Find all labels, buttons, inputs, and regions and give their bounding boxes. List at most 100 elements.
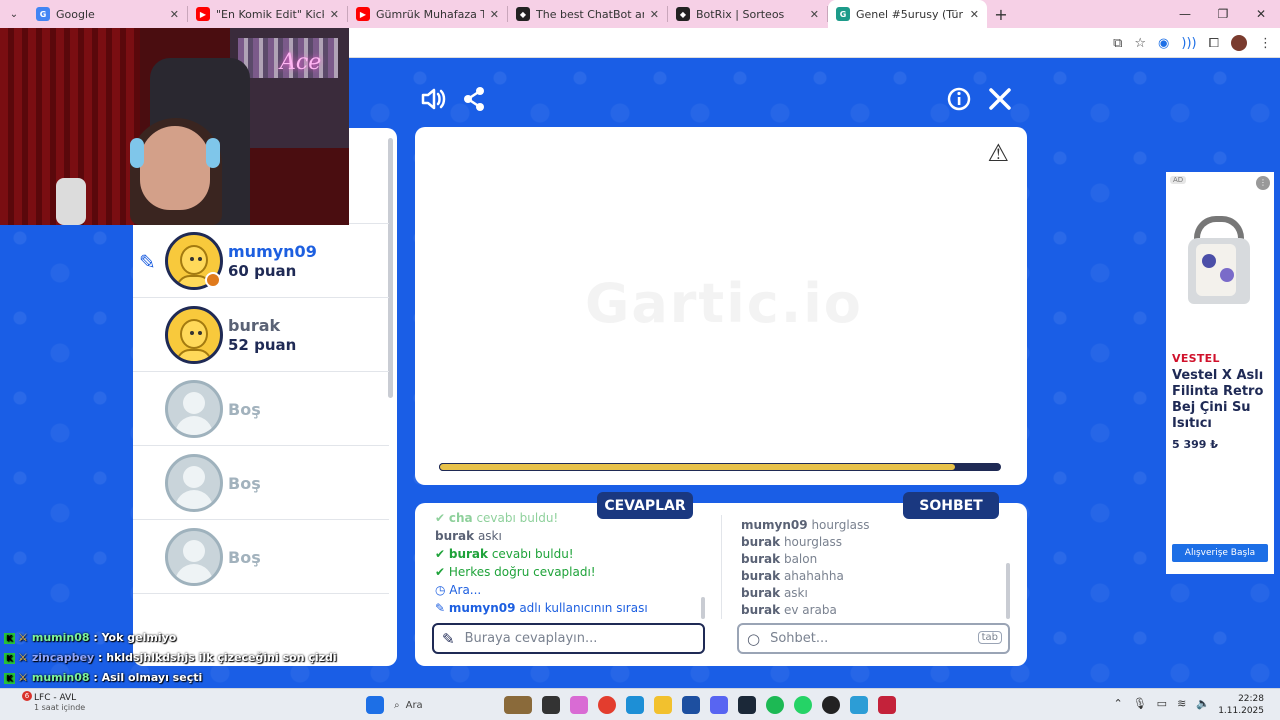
close-tab-icon[interactable]: ✕ xyxy=(490,8,499,21)
minimize-icon[interactable]: — xyxy=(1166,0,1204,28)
close-tab-icon[interactable]: ✕ xyxy=(970,8,979,21)
sound-icon[interactable] xyxy=(420,86,446,118)
ad-options-icon[interactable]: ⋮ xyxy=(1256,176,1270,190)
clock-date: 1.11.2025 xyxy=(1218,706,1264,716)
report-warning-icon[interactable]: ⚠ xyxy=(987,139,1009,167)
tab-chat[interactable]: SOHBET xyxy=(903,492,999,519)
tab-answers[interactable]: CEVAPLAR xyxy=(597,492,693,519)
install-app-icon[interactable]: ⧉ xyxy=(1113,36,1122,51)
spotify-icon[interactable] xyxy=(766,696,784,714)
browser-tab[interactable]: ◆ The best ChatBot and Widgets ✕ xyxy=(508,0,667,28)
close-tab-icon[interactable]: ✕ xyxy=(170,8,179,21)
discord-icon[interactable] xyxy=(710,696,728,714)
player-points: 52 puan xyxy=(228,336,297,354)
microphone-icon[interactable]: 🎙 xyxy=(1133,697,1147,710)
kettle-image[interactable] xyxy=(1176,210,1262,310)
obs-icon[interactable] xyxy=(822,696,840,714)
restore-icon[interactable]: ❐ xyxy=(1204,0,1242,28)
taskbar-search[interactable]: ⌕ Ara xyxy=(394,695,494,715)
settings-icon[interactable] xyxy=(850,696,868,714)
google-icon: G xyxy=(36,7,50,21)
answer-text: Ara... xyxy=(449,583,482,597)
answer-text: cevabı buldu! xyxy=(488,547,574,561)
sword-icon: ⚔ xyxy=(18,671,28,684)
answers-scrollbar[interactable] xyxy=(701,597,705,619)
share-icon[interactable] xyxy=(462,86,486,118)
profile-avatar[interactable] xyxy=(1231,35,1247,51)
stream-chat-text: : Yok gelmiyo xyxy=(89,631,177,644)
taskbar-icons: ⌕ Ara xyxy=(366,695,896,715)
tray-chevron-icon[interactable]: ⌃ xyxy=(1113,697,1122,710)
widget-icon[interactable] xyxy=(504,696,532,714)
store-icon[interactable] xyxy=(682,696,700,714)
audio-icon[interactable]: ))) xyxy=(1181,36,1196,51)
whatsapp-icon[interactable] xyxy=(794,696,812,714)
task-view-icon[interactable] xyxy=(542,696,560,714)
stream-chat-user: mumin08 xyxy=(31,671,90,684)
display-icon[interactable]: ▭ xyxy=(1157,697,1167,710)
info-icon[interactable] xyxy=(947,87,971,117)
neon-sign: Ace xyxy=(280,50,322,75)
weather-widget[interactable]: 6 LFC - AVL 1 saat içinde xyxy=(14,691,85,712)
player-row[interactable]: burak 52 puan xyxy=(133,298,389,372)
kick-icon: K xyxy=(4,673,15,684)
answer-user: burak xyxy=(448,547,489,561)
tab-key-hint: tab xyxy=(977,631,1002,644)
browser-tab[interactable]: ▶ "En Komik Edit" Kick & Twitch ✕ xyxy=(188,0,347,28)
taskbar-search-label: Ara xyxy=(405,699,423,711)
player-row[interactable]: Boş xyxy=(133,446,389,520)
browser-menu-icon[interactable]: ⋮ xyxy=(1259,36,1272,51)
extensions-puzzle-icon[interactable]: ⧠ xyxy=(1209,36,1219,51)
chat-input[interactable]: ○ Sohbet... tab xyxy=(737,623,1010,654)
new-tab-button[interactable]: + xyxy=(987,5,1015,24)
chat-input-placeholder: Sohbet... xyxy=(770,631,829,646)
drawing-canvas[interactable]: Gartic.io ⚠ xyxy=(415,127,1027,485)
tab-search-chevron-icon[interactable]: ⌄ xyxy=(0,0,28,28)
clock[interactable]: 22:28 1.11.2025 xyxy=(1218,693,1264,717)
bookmark-star-icon[interactable]: ☆ xyxy=(1134,36,1146,51)
windows-start-icon[interactable] xyxy=(366,696,384,714)
player-row[interactable]: Boş xyxy=(133,520,389,594)
browser-tab[interactable]: ▶ Gümrük Muhafaza Türkiye 16. ✕ xyxy=(348,0,507,28)
answers-chat-panel: ✔ cha cevabı buldu! burak askı ✔ burak cev… xyxy=(415,503,1027,666)
chat-scrollbar[interactable] xyxy=(1006,563,1010,619)
copilot-icon[interactable] xyxy=(570,696,588,714)
chrome-icon[interactable] xyxy=(598,696,616,714)
steam-icon[interactable] xyxy=(738,696,756,714)
close-tab-icon[interactable]: ✕ xyxy=(650,8,659,21)
tab-title: "En Komik Edit" Kick & Twitch xyxy=(216,7,324,21)
player-row[interactable]: Boş xyxy=(133,372,389,446)
close-tab-icon[interactable]: ✕ xyxy=(810,8,819,21)
player-row[interactable]: ✎ mumyn09 60 puan xyxy=(133,224,389,298)
chat-text: hourglass xyxy=(807,518,870,532)
answer-input[interactable]: ✎ Buraya cevaplayın... xyxy=(432,623,705,654)
empty-avatar xyxy=(165,528,223,586)
browser-tab[interactable]: G Genel #5urusy (Türkçe) - Gartic ✕ xyxy=(828,0,987,28)
chat-user: burak xyxy=(741,552,781,566)
ad-product-title[interactable]: Vestel X Aslı Filinta Retro Bej Çini Su … xyxy=(1172,368,1270,432)
chat-user: mumyn09 xyxy=(741,518,808,532)
file-explorer-icon[interactable] xyxy=(654,696,672,714)
sword-icon: ⚔ xyxy=(18,631,28,644)
stream-chat-message: K ⚔ mumin08 : Asil olmayı seçti xyxy=(4,671,202,684)
ad-banner[interactable]: AD ⋮ VESTEL Vestel X Aslı Filinta Retro … xyxy=(1166,172,1274,574)
extension-icon[interactable]: ◉ xyxy=(1158,36,1169,51)
edge-icon[interactable] xyxy=(626,696,644,714)
tab-title: The best ChatBot and Widgets xyxy=(536,7,644,21)
answer-text: adlı kullanıcının sırası xyxy=(515,601,648,615)
app-icon[interactable] xyxy=(878,696,896,714)
stream-chat-user: mumin08 xyxy=(31,631,90,644)
close-tab-icon[interactable]: ✕ xyxy=(330,8,339,21)
wifi-icon[interactable]: ≋ xyxy=(1177,697,1186,710)
close-game-icon[interactable] xyxy=(988,87,1012,117)
chat-line: mumyn09 hourglass xyxy=(741,518,870,532)
answer-line: ✔ burak cevabı buldu! xyxy=(435,547,574,561)
ad-shop-button[interactable]: Alışverişe Başla xyxy=(1172,544,1268,562)
answer-line: ✎ mumyn09 adlı kullanıcının sırası xyxy=(435,601,648,615)
browser-tab[interactable]: G Google ✕ xyxy=(28,0,187,28)
browser-tab[interactable]: ◆ BotRix | Sorteos ✕ xyxy=(668,0,827,28)
volume-icon[interactable]: 🔈 xyxy=(1196,697,1210,710)
chat-text: ev araba xyxy=(780,603,837,617)
answer-text: askı xyxy=(474,529,502,543)
close-window-icon[interactable]: ✕ xyxy=(1242,0,1280,28)
